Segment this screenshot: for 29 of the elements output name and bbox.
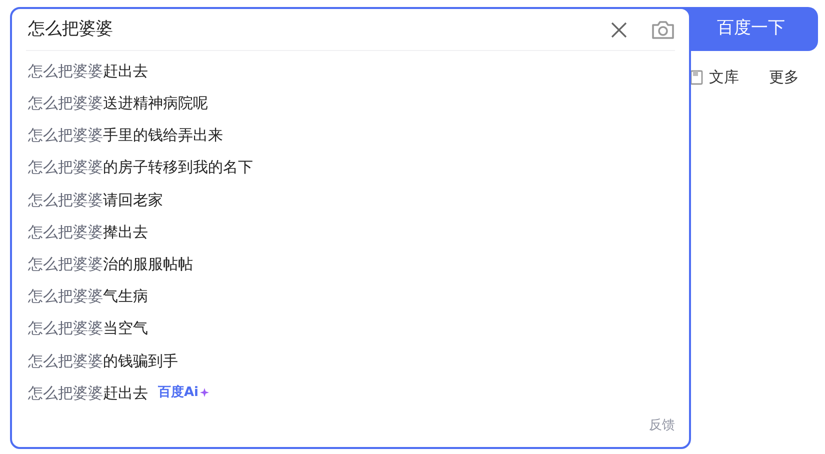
suggestion-text: 怎么把婆婆治的服服帖帖 bbox=[28, 254, 193, 275]
ai-label: 百度Ai bbox=[158, 383, 209, 403]
suggestion-text: 怎么把婆婆送进精神病院呢 bbox=[28, 93, 208, 114]
suggestion-text: 怎么把婆婆气生病 bbox=[28, 286, 148, 308]
suggestion-item[interactable]: 怎么把婆婆手里的钱给弄出来 bbox=[26, 119, 675, 152]
nav-link[interactable]: 文库 bbox=[690, 66, 739, 88]
suggestion-item[interactable]: 怎么把婆婆送进精神病院呢 bbox=[26, 87, 675, 120]
suggestion-text: 怎么把婆婆当空气 bbox=[28, 318, 148, 340]
document-icon bbox=[690, 70, 703, 85]
close-icon[interactable] bbox=[611, 22, 627, 38]
suggestion-item[interactable]: 怎么把婆婆当空气 bbox=[26, 312, 675, 345]
suggestion-text: 怎么把婆婆请回老家 bbox=[28, 190, 163, 211]
suggestion-text: 怎么把婆婆的房子转移到我的名下 bbox=[28, 157, 253, 178]
suggestion-text: 怎么把婆婆赶出去 bbox=[28, 382, 148, 404]
suggestion-text: 怎么把婆婆赶出去 bbox=[28, 60, 148, 82]
suggestion-item[interactable]: 怎么把婆婆的钱骗到手 bbox=[26, 344, 675, 377]
suggestion-text: 怎么把婆婆的钱骗到手 bbox=[28, 350, 178, 372]
suggestion-item[interactable]: 怎么把婆婆赶出去 bbox=[26, 55, 675, 88]
camera-icon[interactable] bbox=[651, 20, 675, 40]
suggestion-text: 怎么把婆婆撵出去 bbox=[28, 222, 148, 243]
suggestion-text: 怎么把婆婆手里的钱给弄出来 bbox=[28, 125, 223, 146]
sparkle-icon bbox=[200, 388, 209, 398]
suggestion-item[interactable]: 怎么把婆婆请回老家 bbox=[26, 184, 675, 216]
suggestion-item[interactable]: 怎么把婆婆气生病 bbox=[26, 280, 675, 312]
suggestion-item[interactable]: 怎么把婆婆治的服服帖帖 bbox=[26, 248, 675, 280]
nav-link[interactable]: 更多 bbox=[769, 66, 799, 88]
suggestion-item[interactable]: 怎么把婆婆撵出去 bbox=[26, 216, 675, 248]
suggestion-item[interactable]: 怎么把婆婆的房子转移到我的名下 bbox=[26, 152, 675, 184]
suggestion-item[interactable]: 怎么把婆婆赶出去 百度Ai bbox=[26, 376, 675, 410]
